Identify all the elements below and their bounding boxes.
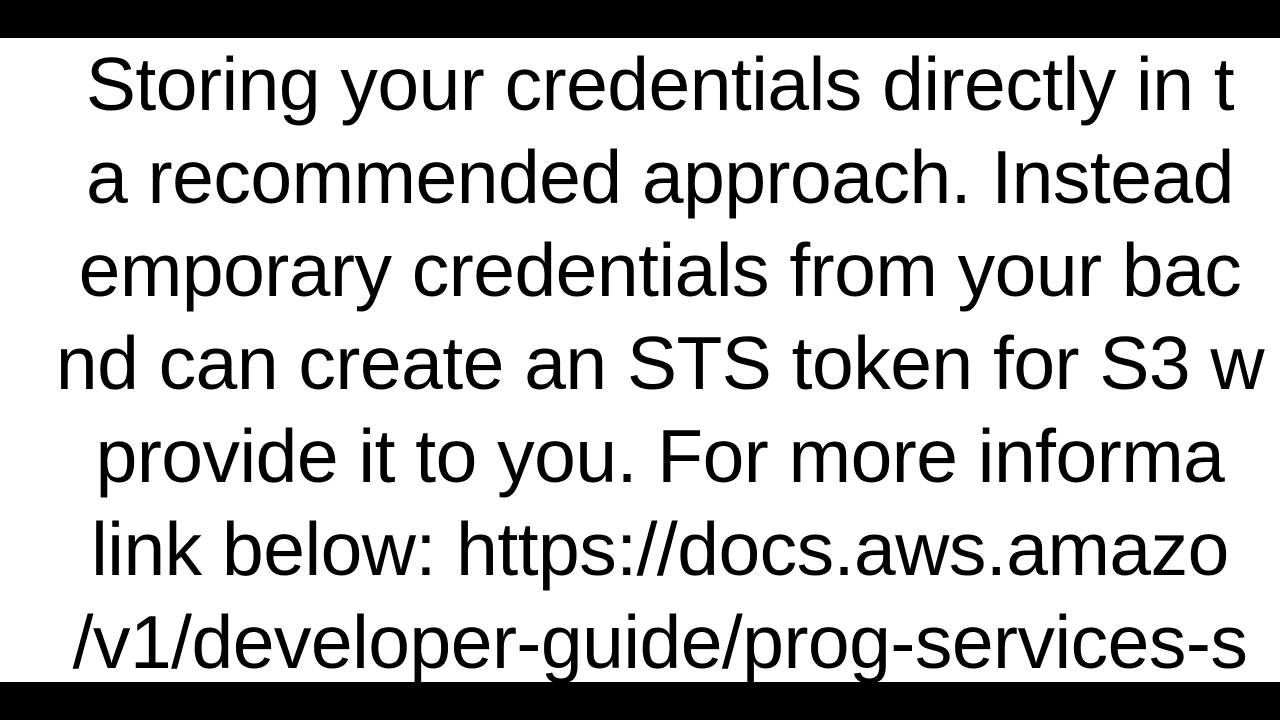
text-line-1: Storing your credentials directly in t — [86, 42, 1234, 126]
text-line-7: /v1/developer-guide/prog-services-s — [73, 600, 1248, 682]
text-line-6: link below: https://docs.aws.amazo — [91, 507, 1229, 591]
document-text: Storing your credentials directly in t a… — [0, 38, 1280, 682]
text-line-4: nd can create an STS token for S3 w — [56, 321, 1264, 405]
text-line-3: emporary credentials from your bac — [79, 228, 1242, 312]
text-line-2: a recommended approach. Instead — [86, 135, 1234, 219]
text-line-5: provide it to you. For more informa — [96, 414, 1225, 498]
document-viewport: Storing your credentials directly in t a… — [0, 38, 1280, 682]
